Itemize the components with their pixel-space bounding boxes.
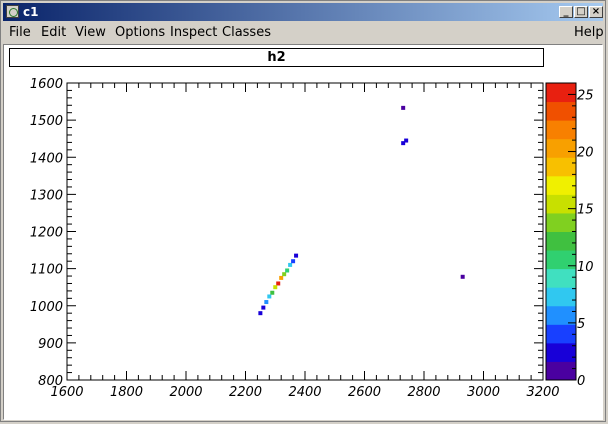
menu-inspect-label: Inspect [170,25,218,40]
heatmap-cell [276,281,281,286]
palette-tick-label: 20 [577,146,594,161]
menu-bar: File Edit View Options Inspect Classes H… [3,23,604,43]
palette-swatch [546,212,576,232]
heatmap-cell [401,105,406,110]
palette-tick-label: 0 [577,374,585,389]
x-tick-label: 2400 [288,385,321,400]
menu-help-label: Help [574,25,604,40]
root-app-icon [6,5,19,18]
maximize-button[interactable]: □ [574,6,588,18]
palette-tick-label: 25 [577,88,594,103]
y-tick-label: 1500 [30,114,63,129]
menu-file-label: File [9,25,31,40]
menu-options[interactable]: Options [115,25,165,40]
palette-swatch [546,324,576,344]
palette-swatch [546,287,576,307]
palette-tick-label: 5 [577,317,585,332]
histogram-plot[interactable]: 1600 1800 2000 2200 2400 2600 2800 3000 3200 800… [4,45,602,417]
y-tick-label: 1200 [30,226,63,241]
menu-edit-label: Edit [41,25,67,40]
heatmap-cell [291,259,296,264]
palette-swatch [546,342,576,362]
window-title: c1 [23,5,39,19]
palette-swatch [546,175,576,195]
heatmap-cell [267,294,272,299]
x-tick-label: 3200 [526,385,559,400]
y-tick-label: 1300 [30,188,63,203]
menu-help[interactable]: Help [574,25,604,40]
y-tick-label: 1000 [30,300,63,315]
heatmap-cell [258,311,263,316]
plot-frame [66,82,544,381]
menu-inspect[interactable]: Inspect [170,25,217,40]
canvas-area[interactable]: h2 1600 1800 2000 2200 2400 2600 2800 3000 3200 … [3,44,603,420]
palette-swatch [546,194,576,214]
palette-swatch [546,101,576,121]
palette-swatch [546,361,576,381]
palette-tick-label: 15 [577,203,594,218]
menu-classes-label: Classes [222,25,271,40]
heatmap-cell [261,305,266,310]
heatmap-cell [279,275,284,280]
menu-view-label: View [75,25,106,40]
x-tick-label: 3000 [467,385,500,400]
heatmap-cell [264,300,269,305]
palette-tick-label: 10 [577,260,594,275]
y-tick-label: 900 [38,337,63,352]
color-palette-axis: 0 5 10 15 20 25 [545,82,594,389]
heatmap-cell [273,285,278,290]
x-tick-label: 2000 [169,385,202,400]
palette-swatch [546,138,576,158]
menu-options-label: Options [115,25,166,40]
palette-swatch [546,305,576,325]
title-bar[interactable]: c1 _ □ × [3,3,603,21]
palette-swatch [546,83,576,103]
palette-swatch [546,120,576,140]
y-tick-label: 800 [38,374,63,389]
palette-swatch [546,231,576,251]
palette-swatch [546,157,576,177]
menu-view[interactable]: View [75,25,106,40]
heatmap-cell [401,141,406,146]
y-tick-label: 1400 [30,151,63,166]
x-tick-label: 1800 [110,385,143,400]
heatmap-cell [282,272,287,277]
menu-edit[interactable]: Edit [41,25,66,40]
x-tick-label: 2200 [229,385,262,400]
close-button[interactable]: × [589,6,603,18]
minimize-button[interactable]: _ [559,6,573,18]
menu-classes[interactable]: Classes [222,25,271,40]
root-window: c1 _ □ × File Edit View Options Inspect … [0,0,606,422]
menu-file[interactable]: File [9,25,31,40]
x-tick-label: 2800 [407,385,440,400]
y-tick-label: 1100 [30,263,63,278]
x-tick-label: 2600 [348,385,381,400]
heatmap-cell [460,274,465,279]
heatmap-cell [288,262,293,267]
heatmap-cell [294,253,299,258]
heatmap-cell [285,268,290,273]
palette-swatch [546,268,576,288]
heatmap-cell [270,290,275,295]
y-tick-label: 1600 [30,77,63,92]
